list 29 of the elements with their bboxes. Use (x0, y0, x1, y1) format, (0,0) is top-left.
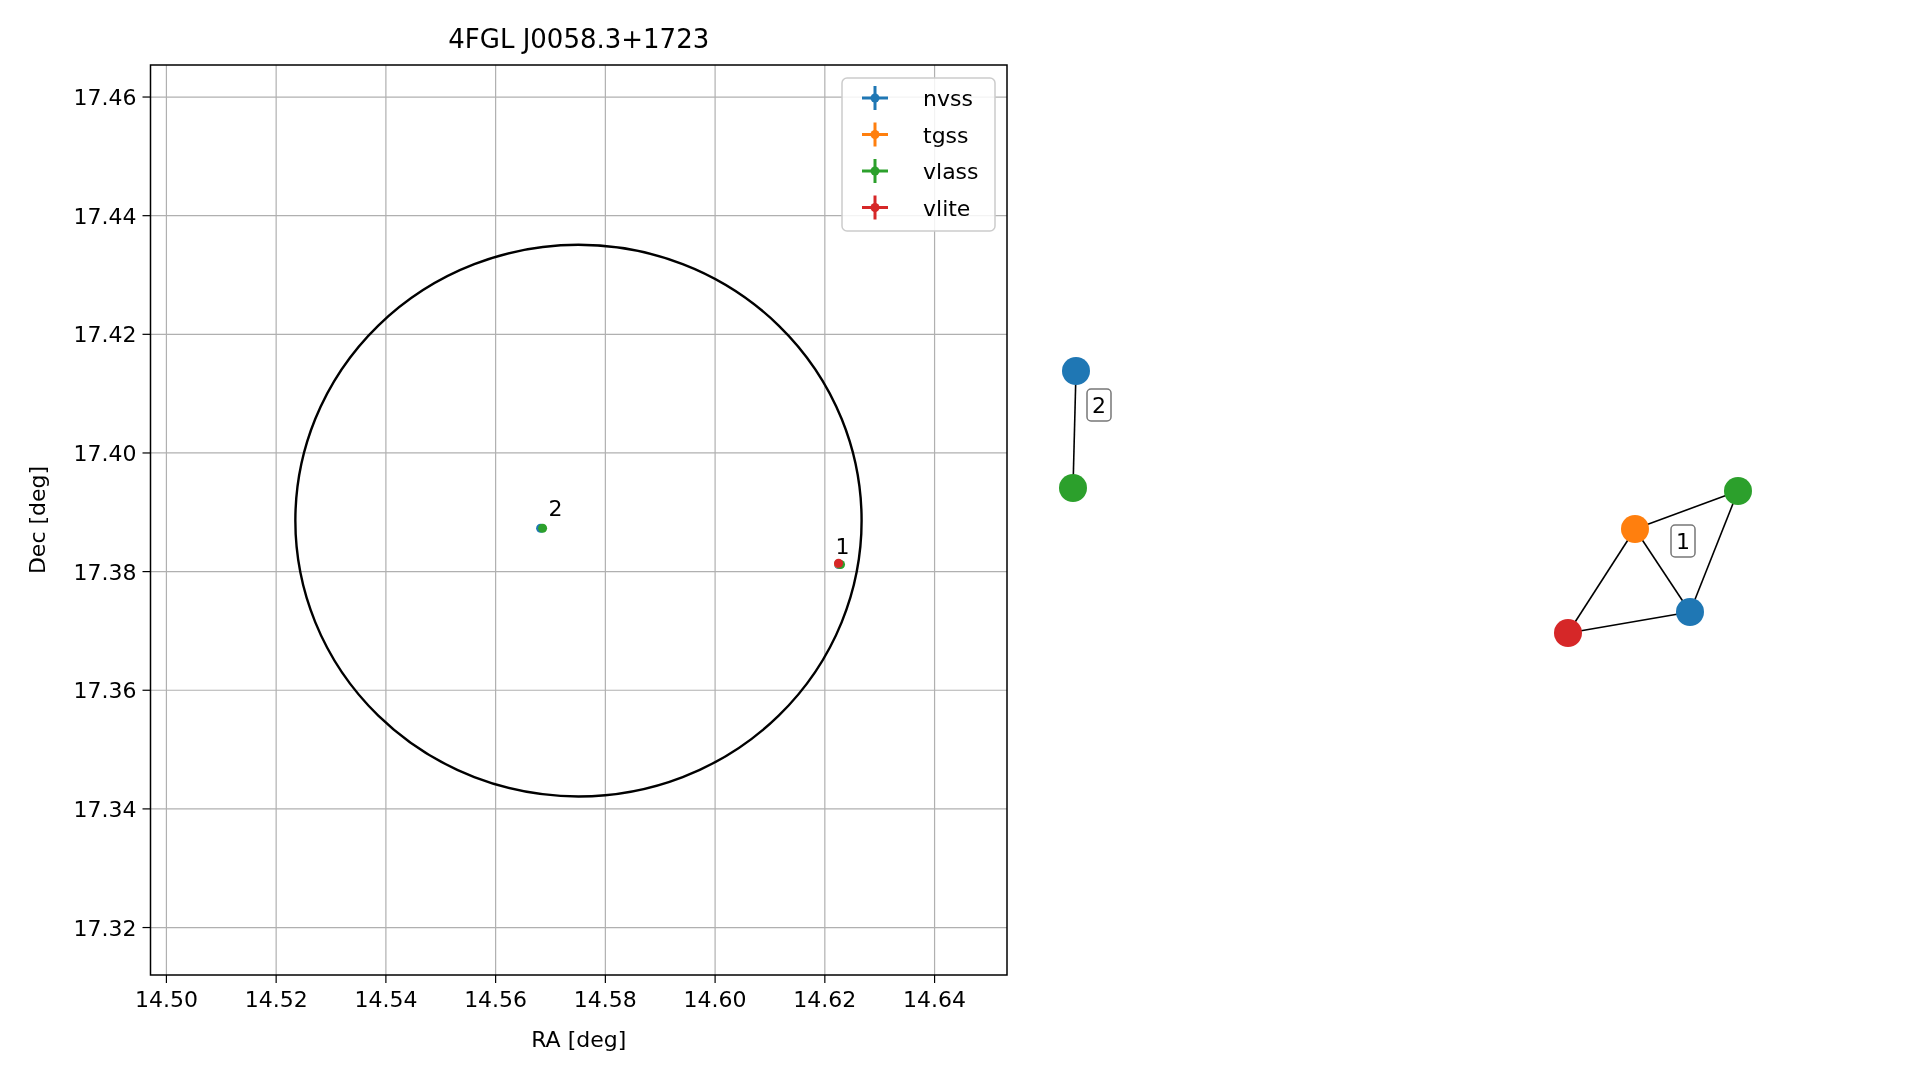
tick-label: 14.60 (683, 987, 747, 1012)
axis-label: Dec [deg] (25, 465, 50, 575)
tick-label: 17.42 (73, 322, 137, 348)
label-box (1670, 524, 1696, 558)
tick-label: 17.34 (73, 796, 137, 822)
legend-label: tgss (923, 122, 969, 148)
tick-label: 14.54 (354, 987, 418, 1012)
tick-label: 14.56 (464, 987, 528, 1012)
tick-label: 14.64 (903, 987, 967, 1012)
tick-label: 17.46 (73, 85, 137, 111)
label-box (1086, 388, 1112, 422)
point-label: 1 (835, 534, 850, 560)
legend-label: vlass (923, 159, 979, 184)
tick-label: 14.52 (244, 987, 308, 1012)
legend-label: nvss (923, 86, 973, 111)
axis-label: RA [deg] (531, 1027, 627, 1052)
tick-label: 17.32 (73, 915, 137, 941)
graph-label: 1 (1676, 529, 1690, 554)
tick-label: 14.62 (793, 987, 857, 1012)
point-label: 2 (548, 496, 563, 522)
tick-label: 17.36 (73, 678, 137, 704)
tick-label: 17.38 (73, 559, 137, 585)
tick-label: 17.44 (73, 203, 137, 229)
tick-label: 17.40 (73, 440, 137, 466)
graph-label: 2 (1092, 393, 1106, 418)
tick-label: 14.50 (134, 987, 198, 1012)
legend-label: vlite (923, 195, 971, 221)
chart-title: 4FGL J0058.3+1723 (448, 24, 710, 54)
tick-label: 14.58 (573, 987, 637, 1012)
